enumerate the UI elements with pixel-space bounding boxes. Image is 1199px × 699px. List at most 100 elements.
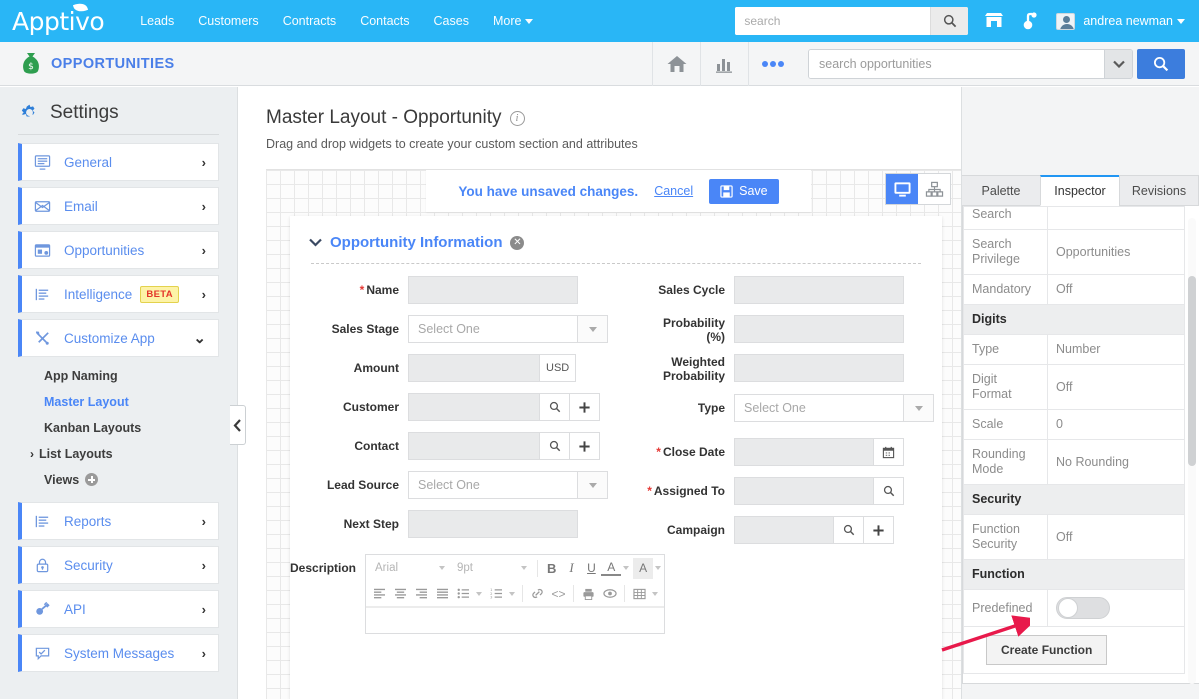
- code-icon[interactable]: <>: [548, 583, 569, 604]
- chevron-down-icon[interactable]: [476, 591, 483, 596]
- create-function-button[interactable]: Create Function: [986, 635, 1108, 665]
- sidebar-item-system-messages[interactable]: System Messages ›: [18, 634, 219, 672]
- bell-icon[interactable]: [1020, 12, 1038, 30]
- sidebar-subitem-app-naming[interactable]: App Naming: [0, 363, 237, 389]
- chevron-down-icon[interactable]: [309, 238, 322, 247]
- customer-input[interactable]: [408, 393, 540, 421]
- type-select[interactable]: Select One: [734, 394, 904, 422]
- align-justify-icon[interactable]: [432, 583, 453, 604]
- property-value[interactable]: No Rounding: [1047, 439, 1185, 485]
- table-row[interactable]: Rounding Mode No Rounding: [963, 439, 1185, 485]
- next-step-input[interactable]: [408, 510, 578, 538]
- nav-link-contracts[interactable]: Contracts: [283, 14, 337, 28]
- font-size-select[interactable]: 9pt: [451, 562, 533, 574]
- table-row[interactable]: Predefined: [963, 589, 1185, 627]
- nav-link-leads[interactable]: Leads: [140, 14, 174, 28]
- table-row[interactable]: Search: [963, 206, 1185, 230]
- nav-link-customers[interactable]: Customers: [198, 14, 258, 28]
- campaign-input[interactable]: [734, 516, 834, 544]
- sidebar-item-reports[interactable]: Reports ›: [18, 502, 219, 540]
- form-section-card[interactable]: Opportunity Information ✕ * Name Sales St…: [290, 216, 942, 699]
- home-icon[interactable]: [652, 41, 700, 86]
- app-search-dropdown-button[interactable]: [1104, 49, 1132, 78]
- property-value[interactable]: [1047, 206, 1185, 230]
- nav-link-cases[interactable]: Cases: [434, 14, 469, 28]
- cancel-link[interactable]: Cancel: [654, 184, 693, 198]
- amount-input[interactable]: [408, 354, 540, 382]
- nav-link-contacts[interactable]: Contacts: [360, 14, 409, 28]
- user-menu[interactable]: andrea newman: [1056, 12, 1185, 30]
- align-left-icon[interactable]: [369, 583, 390, 604]
- plus-icon[interactable]: [864, 516, 894, 544]
- link-icon[interactable]: [527, 583, 548, 604]
- sidebar-item-api[interactable]: API ›: [18, 590, 219, 628]
- search-icon[interactable]: [874, 477, 904, 505]
- sitemap-icon[interactable]: [918, 174, 950, 204]
- print-icon[interactable]: [578, 583, 599, 604]
- table-row[interactable]: Type Number: [963, 334, 1185, 365]
- name-input[interactable]: [408, 276, 578, 304]
- font-family-select[interactable]: Arial: [369, 562, 451, 574]
- bullet-list-icon[interactable]: [453, 583, 474, 604]
- app-search-input[interactable]: [809, 49, 1104, 78]
- search-icon[interactable]: [540, 393, 570, 421]
- store-icon[interactable]: [984, 12, 1004, 30]
- sidebar-subitem-list-layouts[interactable]: › List Layouts: [0, 441, 237, 467]
- property-value[interactable]: Number: [1047, 334, 1185, 365]
- bar-chart-icon[interactable]: [700, 41, 748, 86]
- sidebar-item-customize-app[interactable]: Customize App ⌄: [18, 319, 219, 357]
- contact-input[interactable]: [408, 432, 540, 460]
- number-list-icon[interactable]: 123: [486, 583, 507, 604]
- inspector-scrollbar[interactable]: [1188, 218, 1196, 684]
- save-button[interactable]: Save: [709, 178, 779, 204]
- align-right-icon[interactable]: [411, 583, 432, 604]
- tab-revisions[interactable]: Revisions: [1119, 175, 1199, 206]
- sidebar-subitem-views[interactable]: Views: [0, 467, 237, 493]
- sidebar-subitem-kanban-layouts[interactable]: Kanban Layouts: [0, 415, 237, 441]
- align-center-icon[interactable]: [390, 583, 411, 604]
- underline-button[interactable]: U: [581, 558, 601, 579]
- property-value[interactable]: Off: [1047, 274, 1185, 305]
- app-search-submit-button[interactable]: [1137, 48, 1185, 79]
- plus-icon[interactable]: [570, 393, 600, 421]
- search-icon[interactable]: [834, 516, 864, 544]
- desktop-icon[interactable]: [886, 174, 918, 204]
- sidebar-item-general[interactable]: General ›: [18, 143, 219, 181]
- sidebar-item-opportunities[interactable]: Opportunities ›: [18, 231, 219, 269]
- table-row[interactable]: Mandatory Off: [963, 274, 1185, 305]
- sidebar-collapse-handle[interactable]: [230, 405, 246, 445]
- chevron-down-icon[interactable]: [509, 591, 516, 596]
- weighted-probability-input[interactable]: [734, 354, 904, 382]
- sales-stage-select[interactable]: Select One: [408, 315, 578, 343]
- chevron-down-icon[interactable]: [578, 471, 608, 499]
- nav-link-more[interactable]: More: [493, 14, 534, 28]
- close-circle-icon[interactable]: ✕: [510, 235, 525, 250]
- sales-cycle-input[interactable]: [734, 276, 904, 304]
- tab-inspector[interactable]: Inspector: [1040, 175, 1120, 206]
- sidebar-item-email[interactable]: Email ›: [18, 187, 219, 225]
- tab-palette[interactable]: Palette: [962, 175, 1041, 206]
- property-value[interactable]: Off: [1047, 514, 1185, 560]
- apptivo-logo[interactable]: Apptivo: [12, 0, 105, 36]
- ellipsis-icon[interactable]: [748, 41, 796, 86]
- lead-source-select[interactable]: Select One: [408, 471, 578, 499]
- property-value[interactable]: Opportunities: [1047, 229, 1185, 275]
- property-value[interactable]: Off: [1047, 364, 1185, 410]
- probability-input[interactable]: [734, 315, 904, 343]
- inspector-properties-container[interactable]: Search Search Privilege Opportunities Ma…: [962, 206, 1199, 684]
- layout-canvas[interactable]: You have unsaved changes. Cancel Save Op…: [266, 169, 966, 699]
- info-icon[interactable]: i: [509, 110, 525, 126]
- sidebar-subitem-master-layout[interactable]: Master Layout: [0, 389, 237, 415]
- global-search-button[interactable]: [930, 7, 969, 35]
- chevron-down-icon[interactable]: [578, 315, 608, 343]
- assigned-to-input[interactable]: [734, 477, 874, 505]
- chevron-down-icon[interactable]: [904, 394, 934, 422]
- add-view-icon[interactable]: [85, 473, 99, 486]
- sidebar-item-security[interactable]: Security ›: [18, 546, 219, 584]
- bold-button[interactable]: B: [542, 558, 562, 579]
- table-row[interactable]: Scale 0: [963, 409, 1185, 440]
- table-row[interactable]: Function Security Off: [963, 514, 1185, 560]
- scrollbar-thumb[interactable]: [1188, 276, 1196, 466]
- predefined-toggle[interactable]: [1056, 597, 1110, 619]
- search-icon[interactable]: [540, 432, 570, 460]
